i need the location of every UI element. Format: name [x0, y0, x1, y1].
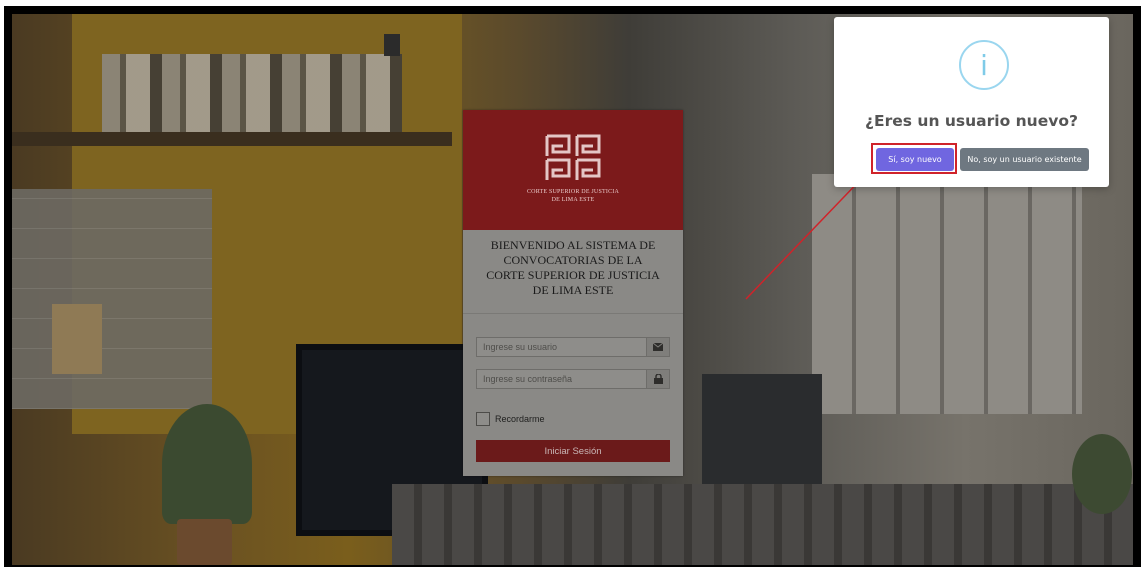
background-desk: [392, 484, 1133, 565]
info-icon-glyph: i: [980, 48, 988, 82]
remember-me[interactable]: Recordarme: [476, 412, 545, 426]
court-logo-caption: CORTE SUPERIOR DE JUSTICIA DE LIMA ESTE: [503, 188, 643, 204]
login-card: CORTE SUPERIOR DE JUSTICIA DE LIMA ESTE …: [463, 110, 683, 476]
info-icon: i: [959, 40, 1009, 90]
password-input[interactable]: [477, 370, 646, 388]
username-field: [476, 337, 670, 357]
username-input[interactable]: [477, 338, 646, 356]
background-window: [812, 174, 1082, 414]
background-lamp: [384, 34, 400, 56]
court-logo-icon: [545, 134, 601, 180]
background-books: [102, 54, 402, 132]
background-plant: [162, 404, 252, 524]
remember-checkbox[interactable]: [476, 412, 490, 426]
background-shelf: [12, 132, 452, 146]
background-plant-right: [1072, 434, 1132, 514]
logo-caption-line1: CORTE SUPERIOR DE JUSTICIA: [526, 189, 619, 195]
background-note: [52, 304, 102, 374]
envelope-icon: [646, 338, 669, 356]
login-header: CORTE SUPERIOR DE JUSTICIA DE LIMA ESTE: [463, 110, 683, 230]
logo-caption-line2: DE LIMA ESTE: [551, 197, 595, 203]
dialog-title: ¿Eres un usuario nuevo?: [865, 112, 1078, 130]
confirm-new-user-button[interactable]: Sí, soy nuevo: [876, 148, 954, 171]
password-field: [476, 369, 670, 389]
remember-label: Recordarme: [495, 414, 545, 424]
background-board: [12, 189, 212, 409]
existing-user-button[interactable]: No, soy un usuario existente: [960, 148, 1089, 171]
login-button[interactable]: Iniciar Sesión: [476, 440, 670, 462]
divider: [463, 313, 683, 314]
welcome-heading: BIENVENIDO AL SISTEMA DE CONVOCATORIAS D…: [486, 238, 660, 297]
background-monitor-right: [702, 374, 822, 494]
lock-icon: [646, 370, 669, 388]
background-pot: [177, 519, 232, 565]
